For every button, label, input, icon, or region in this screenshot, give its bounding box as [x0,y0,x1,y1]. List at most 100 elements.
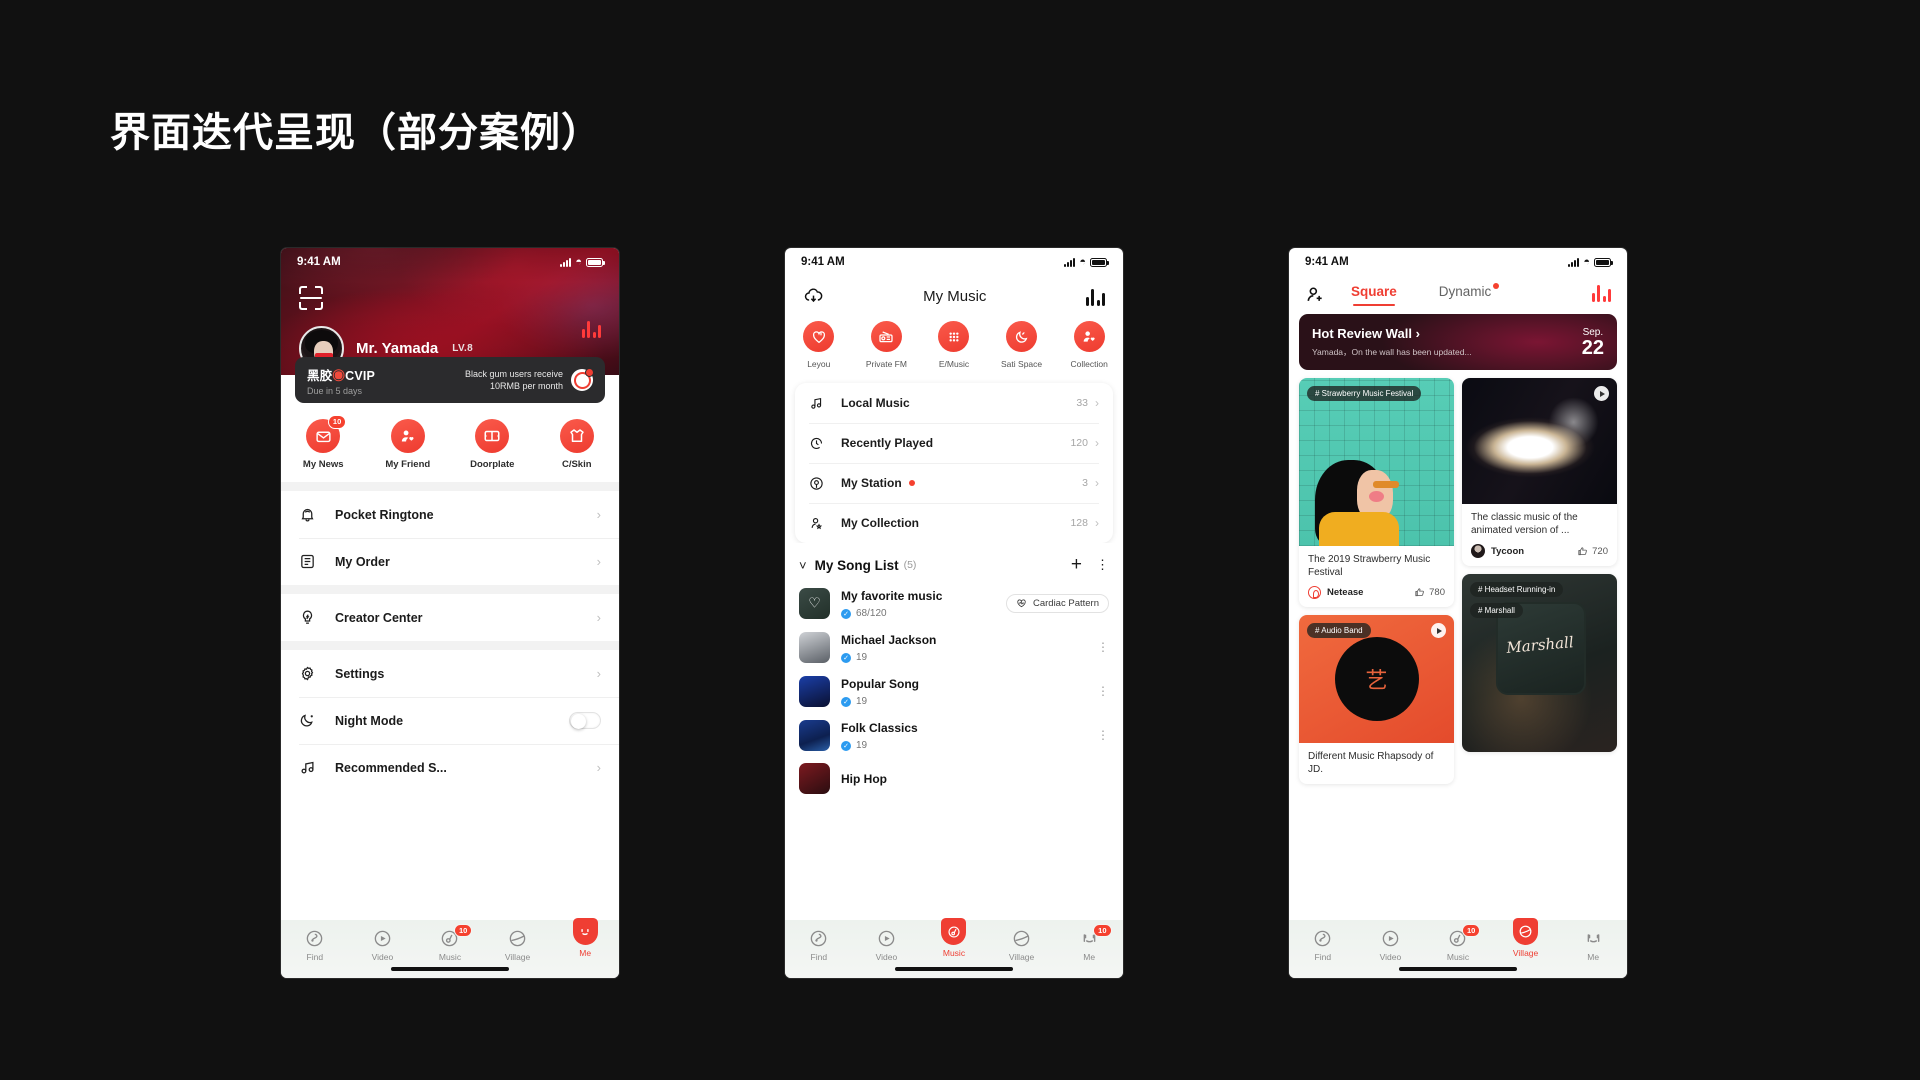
bulb-icon [299,609,320,626]
tab-label: Me [1083,952,1096,962]
tab-me[interactable]: Me [1559,927,1627,962]
post-card[interactable]: 艺 # Audio Band Different Music Rhapsody … [1299,615,1454,784]
tab-video[interactable]: Video [349,927,417,962]
song-list-item[interactable]: Popular Song ✓ 19 ⋮ [785,669,1123,713]
song-more-button[interactable]: ⋮ [1097,640,1109,654]
post-card[interactable]: # Strawberry Music Festival The 2019 Str… [1299,378,1454,607]
tab-music[interactable]: Music [920,918,988,958]
post-tag[interactable]: # Strawberry Music Festival [1307,386,1422,401]
play-icon[interactable] [1594,386,1609,401]
tab-find[interactable]: Find [281,927,349,962]
menu-item-creator-center[interactable]: Creator Center › [281,594,619,641]
chevron-right-icon: › [1095,516,1099,530]
night-mode-toggle[interactable] [569,712,601,729]
recent-icon [809,436,828,451]
tab-square[interactable]: Square [1351,284,1397,306]
song-list-item[interactable]: Folk Classics ✓ 19 ⋮ [785,713,1123,757]
tab-find[interactable]: Find [785,927,853,962]
song-list-item[interactable]: ♡ My favorite music ✓ 68/120 Cardiac Pat… [785,581,1123,625]
netease-logo-icon [1308,586,1321,599]
library-item-recently-played[interactable]: Recently Played 120 › [795,423,1113,463]
tab-video[interactable]: Video [1357,927,1425,962]
tab-me[interactable]: 10 Me [1055,924,1123,962]
tab-find[interactable]: Find [1289,927,1357,962]
post-card[interactable]: The classic music of the animated versio… [1462,378,1617,566]
video-icon [853,927,921,949]
post-tag[interactable]: # Audio Band [1307,623,1371,638]
menu-item-my-order[interactable]: My Order › [281,538,619,585]
quick-action-doorplate[interactable]: Doorplate [450,419,535,470]
tab-village[interactable]: Village [988,927,1056,962]
me-icon [1559,927,1627,949]
like-count[interactable]: 780 [1414,587,1445,598]
play-icon[interactable] [1431,623,1446,638]
tab-me[interactable]: Me [551,918,619,958]
quick-action-label: My Friend [385,459,431,470]
moon-star-icon [1006,321,1038,352]
song-more-button[interactable]: ⋮ [1097,728,1109,742]
quick-action-private-fm[interactable]: Private FM [853,321,921,369]
hot-review-wall-banner[interactable]: Hot Review Wall › Yamada，On the wall has… [1299,314,1617,370]
page-title: 界面迭代呈现（部分案例） [110,110,602,156]
tab-village[interactable]: Village [1492,918,1560,958]
station-icon [809,476,828,491]
post-card[interactable]: Marshall # Headset Running-in # Marshall [1462,574,1617,752]
tab-music[interactable]: 10 Music [1424,924,1492,962]
menu-item-night-mode[interactable]: Night Mode [281,697,619,744]
post-tag[interactable]: # Headset Running-in [1470,582,1564,597]
post-tag[interactable]: # Marshall [1470,603,1523,618]
cloud-download-icon[interactable] [803,286,824,307]
cardiac-icon [1016,598,1027,609]
heart-note-icon [803,321,835,352]
library-item-my-collection[interactable]: My Collection 128 › [795,503,1113,543]
menu-item-pocket-ringtone[interactable]: Pocket Ringtone › [281,491,619,538]
tab-label: Square [1351,284,1397,299]
chevron-down-icon[interactable]: ˅ [799,558,807,573]
vip-promo-card[interactable]: 黑胶◉CVIP Due in 5 days Black gum users re… [295,357,605,403]
quick-action-e-music[interactable]: E/Music [920,321,988,369]
library-label: My Collection [841,516,920,530]
equalizer-icon[interactable] [581,320,601,338]
wall-month: Sep. [1582,326,1604,338]
add-song-list-button[interactable]: + [1071,555,1082,574]
status-bar: 9:41 AM ◓ [1289,248,1627,276]
menu-item-recommended[interactable]: Recommended S... › [281,744,619,791]
menu-item-settings[interactable]: Settings › [281,650,619,697]
chevron-right-icon: › [596,507,601,522]
home-indicator [391,966,509,971]
equalizer-icon[interactable] [1591,284,1611,302]
quick-action-my-friend[interactable]: My Friend [366,419,451,470]
cardiac-pattern-button[interactable]: Cardiac Pattern [1005,593,1109,613]
library-item-my-station[interactable]: My Station 3 › [795,463,1113,503]
battery-icon [586,257,605,267]
add-person-icon[interactable] [1305,285,1325,305]
tab-dynamic[interactable]: Dynamic [1439,283,1500,306]
tab-label: Me [1587,952,1600,962]
quick-action-collection[interactable]: Collection [1055,321,1123,369]
song-list-item[interactable]: Michael Jackson ✓ 19 ⋮ [785,625,1123,669]
tab-label: Music [438,952,462,962]
phone-mockup-square: 9:41 AM ◓ Square Dynamic Hot Review Wall… [1289,248,1627,978]
quick-action-sati-space[interactable]: Sati Space [988,321,1056,369]
song-list-more-button[interactable]: ⋮ [1096,557,1109,573]
tab-village[interactable]: Village [484,927,552,962]
tab-video[interactable]: Video [853,927,921,962]
library-label: Local Music [841,396,910,410]
tab-label: Me [579,948,592,958]
library-item-local-music[interactable]: Local Music 33 › [795,383,1113,423]
song-list-item[interactable]: Hip Hop [785,757,1123,800]
thumbnail [799,675,830,707]
video-icon [1357,927,1425,949]
quick-action-my-news[interactable]: 10 My News [281,415,366,470]
thumbs-up-icon [1577,546,1588,557]
scan-icon[interactable] [299,286,323,310]
like-count[interactable]: 720 [1577,546,1608,557]
equalizer-icon[interactable] [1085,288,1105,306]
quick-action-leyou[interactable]: Leyou [785,321,853,369]
song-more-button[interactable]: ⋮ [1097,684,1109,698]
quick-action-label: Doorplate [470,459,515,470]
verified-icon: ✓ [841,740,851,751]
tab-music[interactable]: 10 Music [416,924,484,962]
quick-action-c-skin[interactable]: C/Skin [535,419,620,470]
post-author: Tycoon [1491,545,1525,557]
